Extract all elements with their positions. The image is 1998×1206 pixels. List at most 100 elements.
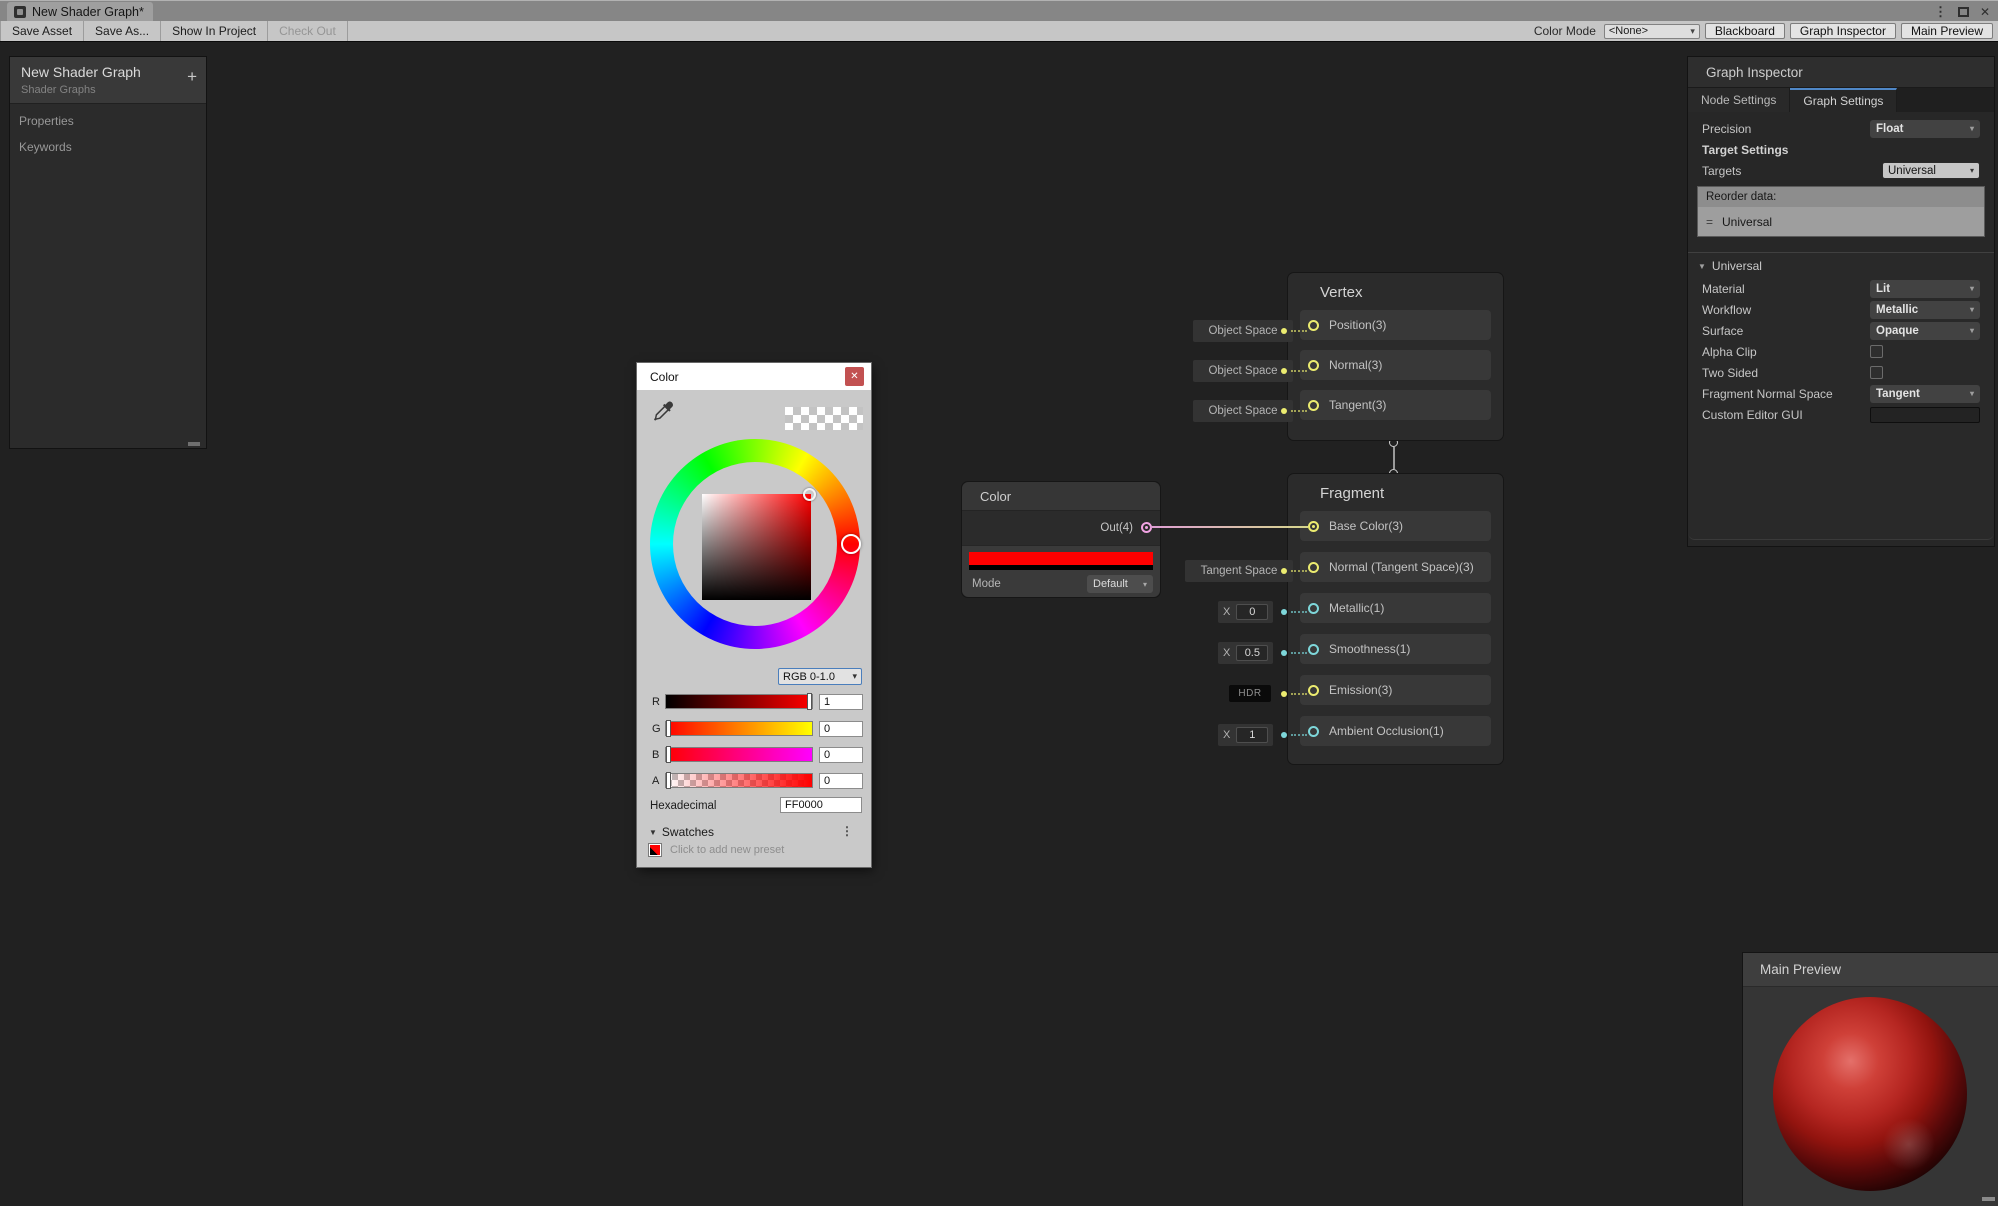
block-base-color[interactable]: Base Color(3) xyxy=(1300,511,1491,541)
red-slider[interactable] xyxy=(665,694,813,709)
block-label: Tangent(3) xyxy=(1329,398,1386,412)
close-icon[interactable]: ✕ xyxy=(845,367,864,386)
graph-inspector-toggle-button[interactable]: Graph Inspector xyxy=(1790,23,1896,39)
green-value-field[interactable]: 0 xyxy=(819,721,863,737)
mode-dropdown[interactable]: Default ▾ xyxy=(1087,575,1153,593)
blackboard-section-keywords[interactable]: Keywords xyxy=(10,134,206,160)
vertex-context-node[interactable]: Vertex Position(3) Normal(3) Tangent(3) xyxy=(1287,272,1504,441)
alpha-clip-checkbox[interactable] xyxy=(1870,345,1883,358)
color-picker-title-bar[interactable]: Color xyxy=(637,363,871,390)
blackboard-resize-handle[interactable] xyxy=(188,442,200,446)
blackboard-section-properties[interactable]: Properties xyxy=(10,108,206,134)
green-slider-handle[interactable] xyxy=(666,720,671,737)
edge-color-to-basecolor[interactable] xyxy=(1150,526,1308,528)
preset-color-chip[interactable] xyxy=(649,844,661,856)
alpha-label: A xyxy=(652,775,665,787)
tangent-port[interactable] xyxy=(1308,400,1319,411)
block-normal[interactable]: Normal(3) xyxy=(1300,350,1491,380)
smoothness-value-field[interactable]: 0.5 xyxy=(1236,645,1268,661)
normal-port[interactable] xyxy=(1308,360,1319,371)
hue-cursor[interactable] xyxy=(841,534,861,554)
alpha-slider-handle[interactable] xyxy=(666,772,671,789)
show-in-project-button[interactable]: Show In Project xyxy=(161,21,268,41)
normal-space-widget[interactable]: Object Space xyxy=(1193,360,1293,382)
base-color-port[interactable] xyxy=(1308,521,1319,532)
block-label: Metallic(1) xyxy=(1329,601,1384,615)
block-ambient-occlusion[interactable]: Ambient Occlusion(1) xyxy=(1300,716,1491,746)
position-space-widget[interactable]: Object Space xyxy=(1193,320,1293,342)
save-as-button[interactable]: Save As... xyxy=(84,21,161,41)
normal-ts-space-widget[interactable]: Tangent Space xyxy=(1185,560,1293,582)
blue-value-field[interactable]: 0 xyxy=(819,747,863,763)
workflow-dropdown[interactable]: Metallic ▾ xyxy=(1870,301,1980,319)
reorder-item-universal[interactable]: = Universal xyxy=(1698,207,1984,236)
close-icon[interactable]: ✕ xyxy=(1980,6,1990,18)
main-preview-panel: Main Preview xyxy=(1743,953,1998,1206)
position-port[interactable] xyxy=(1308,320,1319,331)
swatches-foldout[interactable]: ▼ Swatches xyxy=(649,825,714,839)
sv-cursor[interactable] xyxy=(803,488,816,501)
swatches-menu-icon[interactable]: ⋮ xyxy=(841,824,853,838)
add-preset-row[interactable]: Click to add new preset xyxy=(649,844,784,856)
red-slider-handle[interactable] xyxy=(807,693,812,710)
emission-hdr-field[interactable]: HDR xyxy=(1229,685,1271,702)
blue-slider[interactable] xyxy=(665,747,813,762)
two-sided-checkbox[interactable] xyxy=(1870,366,1883,379)
block-smoothness[interactable]: Smoothness(1) xyxy=(1300,634,1491,664)
alpha-slider[interactable] xyxy=(665,773,813,788)
block-normal-tangent-space[interactable]: Normal (Tangent Space)(3) xyxy=(1300,552,1491,582)
block-emission[interactable]: Emission(3) xyxy=(1300,675,1491,705)
block-tangent[interactable]: Tangent(3) xyxy=(1300,390,1491,420)
main-preview-toggle-button[interactable]: Main Preview xyxy=(1901,23,1993,39)
precision-dropdown[interactable]: Float ▾ xyxy=(1870,120,1980,138)
ambient-occlusion-default-input[interactable]: X 1 xyxy=(1218,724,1273,746)
maximize-icon[interactable] xyxy=(1958,7,1969,17)
color-mode-dropdown[interactable]: <None> ▾ xyxy=(1604,24,1700,39)
universal-foldout[interactable]: ▼ Universal xyxy=(1688,253,1994,278)
fragment-normal-space-dropdown[interactable]: Tangent ▾ xyxy=(1870,385,1980,403)
material-dropdown[interactable]: Lit ▾ xyxy=(1870,280,1980,298)
color-mode-select[interactable]: RGB 0-1.0 ▾ xyxy=(778,668,862,685)
blue-slider-row: B 0 xyxy=(652,746,863,763)
smoothness-default-input[interactable]: X 0.5 xyxy=(1218,642,1273,664)
fragment-context-node[interactable]: Fragment Base Color(3) Normal (Tangent S… xyxy=(1287,473,1504,765)
metallic-default-input[interactable]: X 0 xyxy=(1218,601,1273,623)
metallic-port[interactable] xyxy=(1308,603,1319,614)
tab-node-settings[interactable]: Node Settings xyxy=(1688,88,1790,112)
metallic-value-field[interactable]: 0 xyxy=(1236,604,1268,620)
color-node[interactable]: Color Out(4) Mode Default ▾ xyxy=(961,481,1161,598)
color-swatch-field[interactable] xyxy=(969,552,1153,565)
preview-resize-handle[interactable] xyxy=(1982,1197,1995,1201)
custom-editor-gui-field[interactable] xyxy=(1870,407,1980,423)
smoothness-port[interactable] xyxy=(1308,644,1319,655)
alpha-clip-row: Alpha Clip xyxy=(1688,341,1994,362)
blackboard-toggle-button[interactable]: Blackboard xyxy=(1705,23,1785,39)
save-asset-button[interactable]: Save Asset xyxy=(0,21,84,41)
tab-graph-settings[interactable]: Graph Settings xyxy=(1790,88,1897,112)
preview-sphere[interactable] xyxy=(1773,997,1967,1191)
red-value-field[interactable]: 1 xyxy=(819,694,863,710)
add-preset-hint: Click to add new preset xyxy=(670,844,784,856)
targets-dropdown[interactable]: Universal ▾ xyxy=(1882,162,1980,179)
emission-port[interactable] xyxy=(1308,685,1319,696)
default-input-dot xyxy=(1281,691,1287,697)
space-label: Object Space xyxy=(1208,325,1277,337)
blue-slider-handle[interactable] xyxy=(666,746,671,763)
ambient-occlusion-value-field[interactable]: 1 xyxy=(1236,727,1268,743)
alpha-value-field[interactable]: 0 xyxy=(819,773,863,789)
hexadecimal-field[interactable]: FF0000 xyxy=(780,797,862,813)
surface-dropdown[interactable]: Opaque ▾ xyxy=(1870,322,1980,340)
add-property-button[interactable]: + xyxy=(187,68,197,85)
block-metallic[interactable]: Metallic(1) xyxy=(1300,593,1491,623)
normal-ts-port[interactable] xyxy=(1308,562,1319,573)
tangent-space-widget[interactable]: Object Space xyxy=(1193,400,1293,422)
block-position[interactable]: Position(3) xyxy=(1300,310,1491,340)
ambient-occlusion-port[interactable] xyxy=(1308,726,1319,737)
workflow-row: Workflow Metallic ▾ xyxy=(1688,299,1994,320)
green-slider[interactable] xyxy=(665,721,813,736)
document-tab[interactable]: New Shader Graph* xyxy=(7,2,153,22)
drag-handle-icon[interactable]: = xyxy=(1706,215,1713,229)
eyedropper-icon[interactable] xyxy=(651,399,675,423)
saturation-value-square[interactable] xyxy=(702,494,811,600)
window-menu-icon[interactable]: ⋮ xyxy=(1934,5,1947,18)
